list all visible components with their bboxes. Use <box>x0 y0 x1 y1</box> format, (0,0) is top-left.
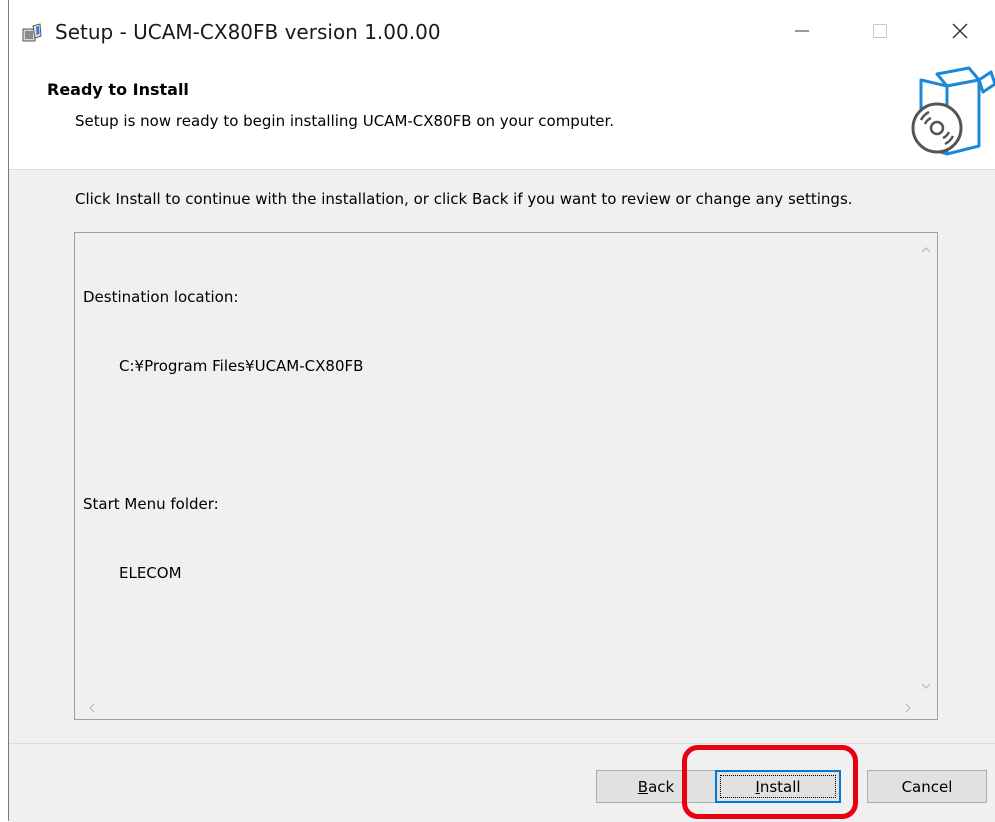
wizard-footer: Back Install Cancel <box>9 743 995 822</box>
back-button[interactable]: Back <box>596 770 716 803</box>
start-menu-value: ELECOM <box>119 564 182 582</box>
setup-window: Setup - UCAM-CX80FB version 1.00.00 Read… <box>8 0 995 822</box>
minimize-button[interactable] <box>779 10 825 56</box>
start-menu-label: Start Menu folder: <box>83 495 219 513</box>
destination-label: Destination location: <box>83 288 239 306</box>
minimize-icon <box>794 23 810 43</box>
close-icon <box>951 22 969 44</box>
page-title: Ready to Install <box>47 80 189 99</box>
scroll-right-icon[interactable] <box>897 697 919 719</box>
wizard-header: Ready to Install Setup is now ready to b… <box>9 66 995 169</box>
install-summary-memo[interactable]: Destination location: C:¥Program Files¥U… <box>74 232 938 720</box>
page-subtitle: Setup is now ready to begin installing U… <box>75 112 614 130</box>
cancel-button-label: Cancel <box>901 777 953 796</box>
vertical-scrollbar[interactable] <box>915 233 937 697</box>
wizard-content: Click Install to continue with the insta… <box>9 169 995 744</box>
maximize-button[interactable] <box>857 10 903 56</box>
memo-text: Destination location: C:¥Program Files¥U… <box>83 240 363 631</box>
window-title: Setup - UCAM-CX80FB version 1.00.00 <box>55 20 441 44</box>
scroll-down-icon[interactable] <box>915 675 937 697</box>
title-bar[interactable]: Setup - UCAM-CX80FB version 1.00.00 <box>9 0 995 66</box>
focus-ring <box>720 775 836 798</box>
back-button-label: Back <box>637 777 675 796</box>
setup-package-icon <box>21 22 43 44</box>
install-box-disc-icon <box>907 66 995 161</box>
scroll-up-icon[interactable] <box>915 239 937 261</box>
maximize-icon <box>872 23 888 43</box>
close-button[interactable] <box>937 10 983 56</box>
instruction-text: Click Install to continue with the insta… <box>75 190 853 208</box>
install-button[interactable]: Install <box>715 770 841 803</box>
horizontal-scrollbar[interactable] <box>75 697 917 719</box>
memo-spacer <box>83 424 363 447</box>
cancel-button[interactable]: Cancel <box>867 770 987 803</box>
destination-value: C:¥Program Files¥UCAM-CX80FB <box>119 357 364 375</box>
scroll-left-icon[interactable] <box>81 697 103 719</box>
